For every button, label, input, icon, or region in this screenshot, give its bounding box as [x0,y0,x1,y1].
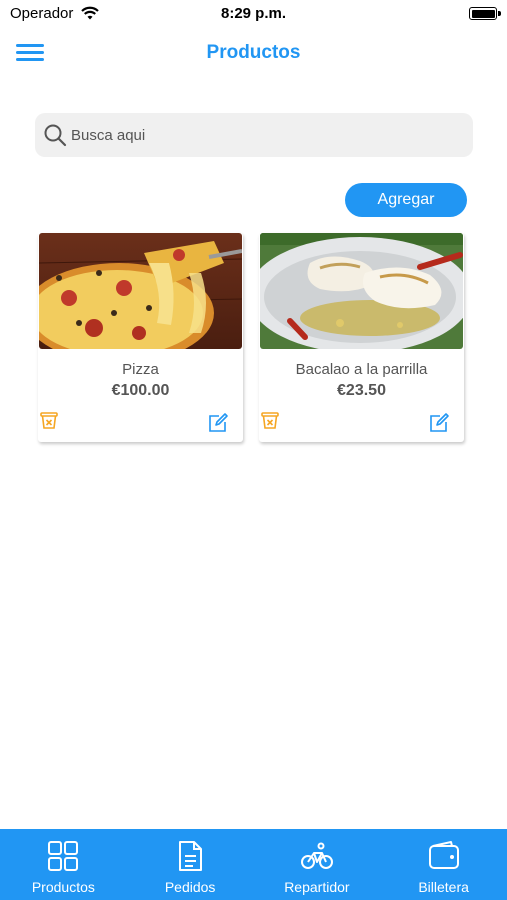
product-card[interactable]: Pizza €100.00 [38,233,243,442]
search-icon [44,124,67,147]
document-icon [179,841,203,871]
tab-label: Billetera [418,879,469,895]
trash-icon[interactable] [260,411,280,431]
edit-icon[interactable] [428,412,450,434]
tab-label: Pedidos [164,879,216,895]
product-price: €100.00 [111,382,170,399]
product-name: Pizza [122,361,159,378]
product-image-bacalao [260,233,463,349]
tab-pedidos[interactable]: Pedidos [127,829,254,900]
battery-icon [469,7,501,20]
nav-bar: Productos [0,28,507,78]
search-bar[interactable] [35,113,473,157]
trash-icon[interactable] [39,411,59,431]
tab-bar: Productos Pedidos Repartidor Billetera [0,829,507,900]
product-name: Bacalao a la parrilla [295,361,428,378]
bicycle-icon [300,842,333,869]
tab-label: Productos [31,879,95,895]
add-product-button[interactable]: Agregar [345,183,467,217]
tab-label: Repartidor [284,879,350,895]
page-title: Productos [206,42,301,63]
grid-icon [48,841,79,871]
product-price: €23.50 [337,382,386,399]
status-time: 8:29 p.m. [220,5,287,22]
product-card[interactable]: Bacalao a la parrilla €23.50 [259,233,464,442]
status-bar: Operador 8:29 p.m. [0,0,507,28]
product-image-pizza [39,233,242,349]
tab-billetera[interactable]: Billetera [380,829,507,900]
tab-productos[interactable]: Productos [0,829,127,900]
tab-repartidor[interactable]: Repartidor [254,829,381,900]
search-input[interactable] [71,113,461,157]
edit-icon[interactable] [207,412,229,434]
wallet-icon [428,841,459,869]
